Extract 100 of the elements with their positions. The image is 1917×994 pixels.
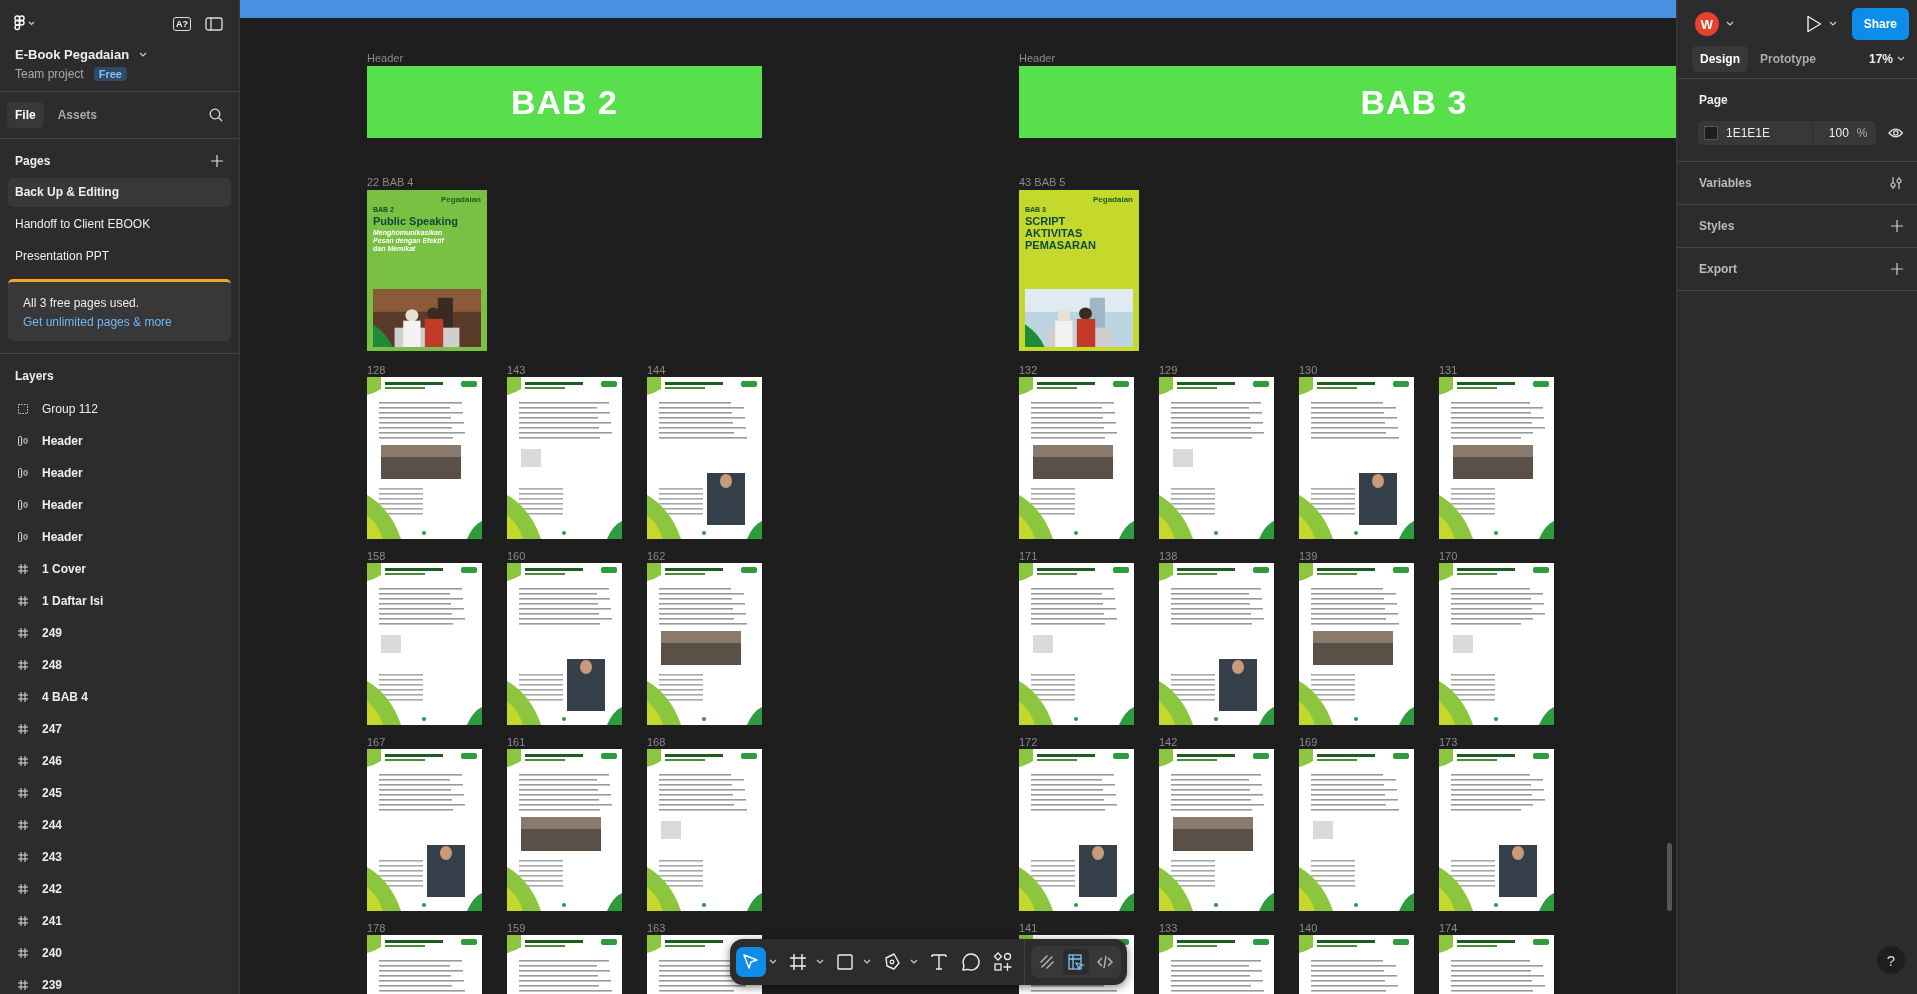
layer-item[interactable]: 249	[42, 626, 63, 640]
auto-layout-icon	[18, 532, 28, 542]
visibility-icon[interactable]	[1887, 127, 1903, 139]
cursor-icon	[741, 952, 761, 972]
background-color-field[interactable]: 1E1E1E 100 %	[1698, 121, 1876, 145]
add-icon[interactable]	[1891, 220, 1903, 232]
section-heading[interactable]: Variables	[1699, 176, 1752, 190]
section-heading[interactable]: Export	[1699, 262, 1737, 276]
help-button[interactable]: ?	[1877, 946, 1905, 974]
plan-badge: Free	[93, 67, 127, 81]
chevron-down-icon[interactable]	[816, 959, 824, 965]
main-menu-button[interactable]	[14, 15, 36, 33]
page-heading: Page	[1699, 93, 1729, 107]
layer-item[interactable]: Header	[42, 498, 83, 512]
frame-label: 143	[507, 364, 527, 377]
section-heading[interactable]: Styles	[1699, 219, 1735, 233]
chevron-down-icon[interactable]	[769, 959, 777, 965]
rectangle-icon	[835, 952, 855, 972]
layer-item[interactable]: 245	[42, 786, 63, 800]
frame-label: 163	[647, 922, 667, 935]
chevron-down-icon[interactable]	[1897, 56, 1905, 62]
layer-item[interactable]: 239	[42, 978, 63, 992]
panel-tab[interactable]: File	[7, 102, 44, 128]
frame-label: 171	[1019, 550, 1039, 563]
frame-label: 161	[507, 736, 527, 749]
page-item[interactable]: Handoff to Client EBOOK	[8, 210, 231, 239]
frame-icon	[18, 916, 28, 926]
search-icon[interactable]	[209, 108, 223, 122]
brand-text: Pegadaian	[441, 195, 481, 204]
frame-icon	[18, 724, 28, 734]
frame-label: 128	[367, 364, 387, 377]
layout-cursor-icon	[1067, 953, 1085, 971]
layer-item[interactable]: 243	[42, 850, 63, 864]
frame-icon	[18, 692, 28, 702]
frame-icon	[18, 660, 28, 670]
auto-layout-icon	[18, 436, 28, 446]
chevron-down-icon[interactable]	[910, 959, 918, 965]
add-icon[interactable]	[1891, 263, 1903, 275]
group-icon	[18, 404, 28, 414]
frame-label: 170	[1439, 550, 1459, 563]
sliders-icon[interactable]	[1889, 176, 1903, 190]
frame-icon	[18, 884, 28, 894]
layer-item[interactable]: 4 BAB 4	[42, 690, 88, 704]
chevron-down-icon[interactable]	[863, 959, 871, 965]
frame-icon	[788, 952, 808, 972]
frame-label: 160	[507, 550, 527, 563]
layer-item[interactable]: 242	[42, 882, 63, 896]
frame-label: 133	[1159, 922, 1179, 935]
layer-item[interactable]: 240	[42, 946, 63, 960]
frame-icon	[18, 820, 28, 830]
page-item[interactable]: Presentation PPT	[8, 242, 231, 271]
layer-item[interactable]: Header	[42, 434, 83, 448]
layer-item[interactable]: Group 112	[42, 402, 98, 416]
frame-icon	[18, 596, 28, 606]
comment-icon	[961, 952, 981, 972]
page-item[interactable]: Back Up & Editing	[8, 178, 231, 207]
layer-item[interactable]: 248	[42, 658, 63, 672]
panel-tab[interactable]: Design	[1692, 46, 1748, 72]
layer-item[interactable]: 244	[42, 818, 63, 832]
team-label: Team project	[15, 67, 84, 81]
frame-label: 141	[1019, 922, 1039, 935]
layer-item[interactable]: 247	[42, 722, 63, 736]
user-avatar[interactable]: W	[1695, 12, 1719, 36]
chevron-down-icon[interactable]	[139, 51, 148, 58]
layer-item[interactable]: 1 Cover	[42, 562, 87, 576]
layer-item[interactable]: 241	[42, 914, 63, 928]
shapes-plus-icon	[993, 952, 1013, 972]
frame-icon	[18, 564, 28, 574]
frame-icon	[18, 628, 28, 638]
frame-icon	[18, 948, 28, 958]
share-button[interactable]: Share	[1851, 8, 1909, 40]
panel-tab[interactable]: Assets	[49, 102, 106, 128]
chevron-down-icon[interactable]	[1726, 21, 1734, 27]
auto-layout-icon	[18, 500, 28, 510]
frame-label: 158	[367, 550, 387, 563]
frame-label: 139	[1299, 550, 1319, 563]
ai-button[interactable]: A?	[173, 17, 191, 31]
frame-label: 159	[507, 922, 527, 935]
panel-tab[interactable]: Prototype	[1752, 46, 1825, 72]
play-icon[interactable]	[1805, 15, 1822, 33]
add-icon[interactable]	[211, 155, 223, 167]
upgrade-link[interactable]: Get unlimited pages & more	[23, 315, 216, 329]
frame-label: 169	[1299, 736, 1319, 749]
design-mode-button[interactable]	[1063, 949, 1089, 975]
zoom-level[interactable]: 17%	[1868, 52, 1893, 66]
sidebar-toggle-icon[interactable]	[205, 17, 223, 31]
frame-label: 173	[1439, 736, 1459, 749]
move-tool-button[interactable]	[736, 947, 766, 977]
chevron-down-icon[interactable]	[1828, 21, 1837, 27]
scrollbar[interactable]	[1667, 843, 1672, 911]
layers-heading: Layers	[15, 369, 55, 383]
project-title[interactable]: E-Book Pegadaian	[15, 47, 130, 62]
color-swatch[interactable]	[1704, 126, 1718, 140]
frame-label: 172	[1019, 736, 1039, 749]
layer-item[interactable]: 1 Daftar Isi	[42, 594, 104, 608]
code-icon	[1096, 953, 1114, 971]
frame-label: 178	[367, 922, 387, 935]
layer-item[interactable]: Header	[42, 530, 83, 544]
layer-item[interactable]: Header	[42, 466, 83, 480]
layer-item[interactable]: 246	[42, 754, 63, 768]
